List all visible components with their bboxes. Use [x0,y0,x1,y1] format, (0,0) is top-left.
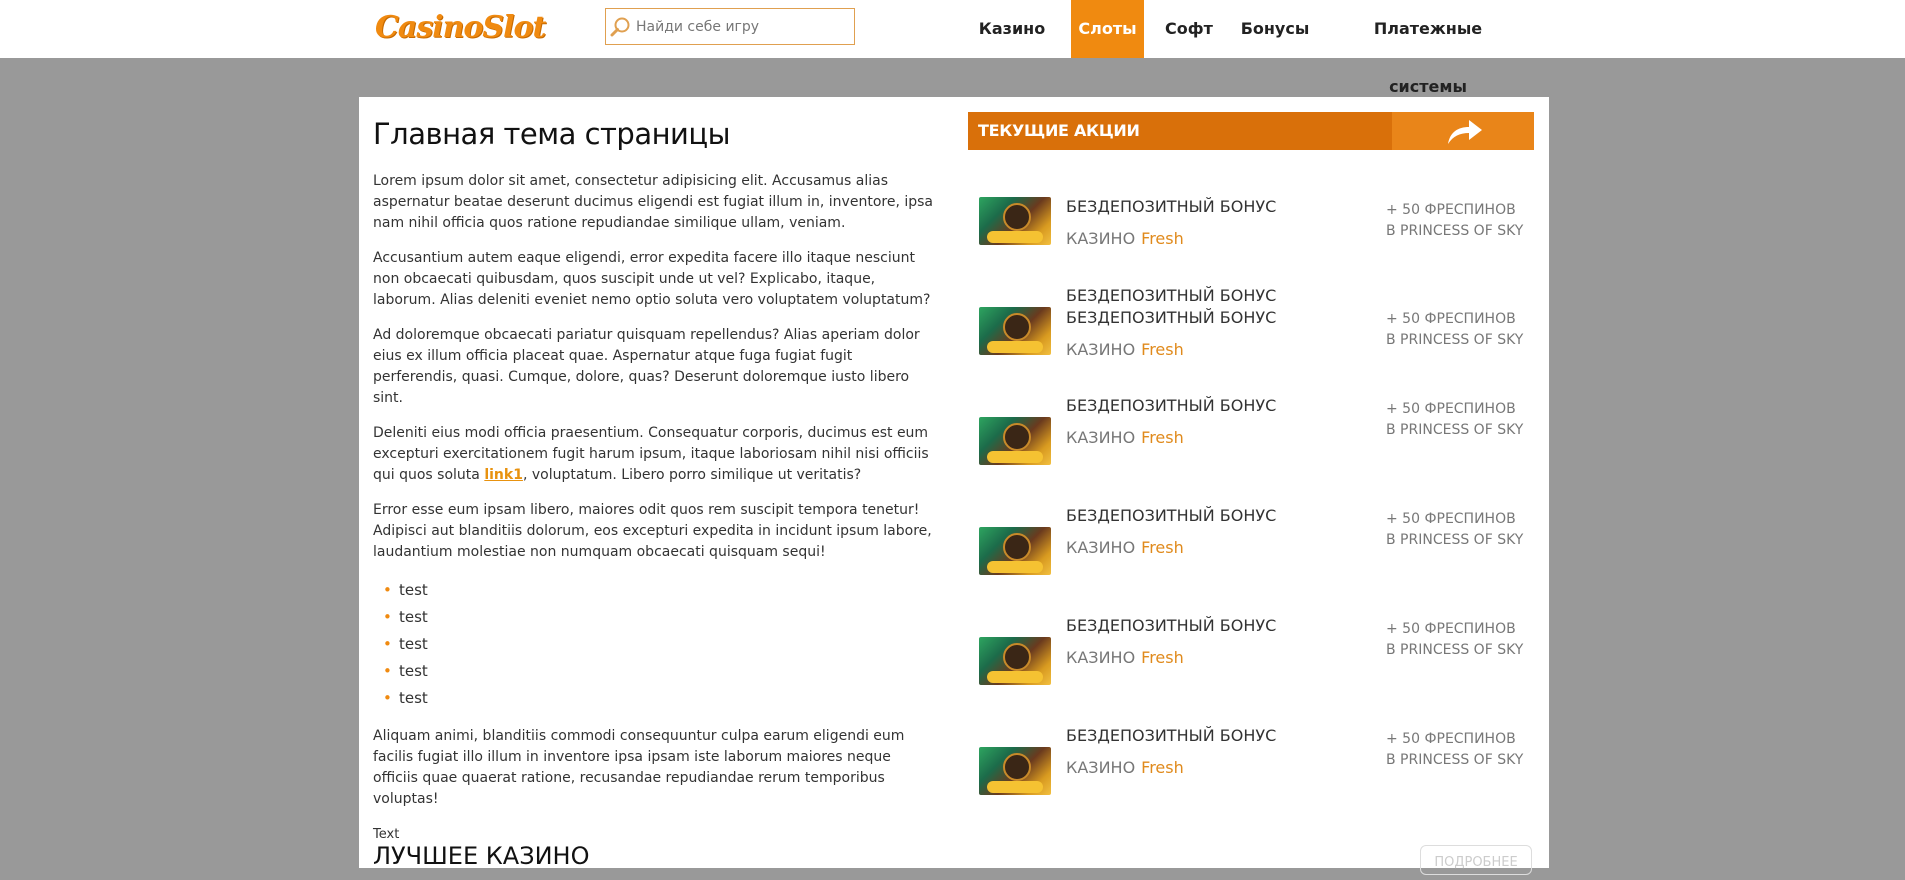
search-box[interactable] [605,8,855,45]
offer-name: БЕЗДЕПОЗИТНЫЙ БОНУС [1066,506,1277,525]
paragraph: Error esse eum ipsam libero, maiores odi… [373,502,932,560]
site-header: CasinoSlot Казино Слоты Софт Бонусы Плат… [0,0,1905,96]
page-title: Главная тема страницы [373,117,731,151]
offer-name: БЕЗДЕПОЗИТНЫЙ БОНУС [1066,197,1277,216]
offer-bonus: + 50 ФРЕСПИНОВ В PRINCESS OF SKY [1386,309,1523,351]
offer-bonus-line: + 50 ФРЕСПИНОВ [1386,401,1516,417]
offer-casino-label: КАЗИНО [1066,428,1136,447]
offer-bonus-line: В PRINCESS OF SKY [1386,332,1524,348]
offer-bonus-line: + 50 ФРЕСПИНОВ [1386,311,1516,327]
offer-bonus: + 50 ФРЕСПИНОВ В PRINCESS OF SKY [1386,509,1523,551]
offer-brand[interactable]: Fresh [1141,538,1184,557]
offer-name: БЕЗДЕПОЗИТНЫЙ БОНУС [1066,616,1277,635]
nav-slots[interactable]: Слоты [1071,0,1144,58]
main-article: Главная тема страницы Lorem ipsum dolor … [373,117,938,845]
offer-bonus: + 50 ФРЕСПИНОВ В PRINCESS OF SKY [1386,729,1523,771]
slot-thumbnail [979,307,1051,355]
offer-brand[interactable]: Fresh [1141,340,1184,359]
slot-thumbnail [979,747,1051,795]
offer-bonus-line: + 50 ФРЕСПИНОВ [1386,511,1516,527]
offer-bonus-line: + 50 ФРЕСПИНОВ [1386,731,1516,747]
offer-casino-label: КАЗИНО [1066,758,1136,777]
promo-widget: ТЕКУЩИЕ АКЦИИ БЕЗДЕПОЗИТНЫЙ БОНУС КАЗИНО… [968,112,1534,795]
offer-meta: КАЗИНО Fresh [1066,427,1184,449]
slot-thumbnail [979,527,1051,575]
list-item: test [373,604,938,631]
promo-offer[interactable]: БЕЗДЕПОЗИТНЫЙ БОНУС КАЗИНО Fresh + 50 ФРЕ… [968,389,1534,469]
link1[interactable]: link1 [484,467,523,483]
promo-offer[interactable]: БЕЗДЕПОЗИТНЫЙ БОНУС КАЗИНО Fresh + 50 ФРЕ… [968,719,1534,799]
paragraph: Deleniti eius modi officia praesentium. … [373,423,938,486]
paragraph: Accusantium autem eaque eligendi, error … [373,250,931,308]
paragraph: Aliquam animi, blanditiis commodi conseq… [373,728,905,807]
more-button[interactable]: ПОДРОБНЕЕ [1420,845,1532,875]
content-panel: Главная тема страницы Lorem ipsum dolor … [359,97,1549,875]
offer-meta: КАЗИНО Fresh [1066,537,1184,559]
offer-meta: КАЗИНО Fresh [1066,757,1184,779]
offer-brand[interactable]: Fresh [1141,229,1184,248]
offer-bonus-line: + 50 ФРЕСПИНОВ [1386,202,1516,218]
offer-brand[interactable]: Fresh [1141,648,1184,667]
promo-title: ТЕКУЩИЕ АКЦИИ [978,121,1140,140]
offer-name-line: БЕЗДЕПОЗИТНЫЙ БОНУС [1066,286,1277,305]
promo-offer[interactable]: БЕЗДЕПОЗИТНЫЙ БОНУС БЕЗДЕПОЗИТНЫЙ БОНУС К… [968,279,1534,359]
paragraph: Ad doloremque obcaecati pariatur quisqua… [373,327,920,406]
offer-casino-label: КАЗИНО [1066,229,1136,248]
offer-bonus-line: В PRINCESS OF SKY [1386,223,1524,239]
offer-brand[interactable]: Fresh [1141,758,1184,777]
offer-bonus: + 50 ФРЕСПИНОВ В PRINCESS OF SKY [1386,619,1523,661]
offer-name: БЕЗДЕПОЗИТНЫЙ БОНУС БЕЗДЕПОЗИТНЫЙ БОНУС [1066,285,1276,329]
bullet-list: test test test test test [373,577,938,712]
search-input[interactable] [634,14,848,40]
list-item: test [373,685,938,712]
offer-casino-label: КАЗИНО [1066,340,1136,359]
list-item: test [373,577,938,604]
offer-bonus: + 50 ФРЕСПИНОВ В PRINCESS OF SKY [1386,399,1523,441]
nav-casino[interactable]: Казино [977,0,1047,58]
offer-bonus: + 50 ФРЕСПИНОВ В PRINCESS OF SKY [1386,200,1523,242]
offer-casino-label: КАЗИНО [1066,538,1136,557]
share-button[interactable] [1392,112,1534,150]
promo-offer[interactable]: БЕЗДЕПОЗИТНЫЙ БОНУС КАЗИНО Fresh + 50 ФРЕ… [968,170,1534,250]
list-item: test [373,658,938,685]
best-casino-heading: ЛУЧШЕЕ КАЗИНО [373,842,590,870]
offer-bonus-line: + 50 ФРЕСПИНОВ [1386,621,1516,637]
offer-casino-label: КАЗИНО [1066,648,1136,667]
promo-offer[interactable]: БЕЗДЕПОЗИТНЫЙ БОНУС КАЗИНО Fresh + 50 ФРЕ… [968,499,1534,579]
offer-meta: КАЗИНО Fresh [1066,228,1184,250]
offer-name: БЕЗДЕПОЗИТНЫЙ БОНУС [1066,396,1277,415]
slot-thumbnail [979,417,1051,465]
offer-bonus-line: В PRINCESS OF SKY [1386,752,1524,768]
paragraph: Lorem ipsum dolor sit amet, consectetur … [373,173,933,231]
nav-payment-systems[interactable]: Платежные системы [1333,0,1523,96]
promo-header: ТЕКУЩИЕ АКЦИИ [968,112,1534,150]
nav-soft[interactable]: Софт [1158,0,1220,58]
offer-bonus-line: В PRINCESS OF SKY [1386,532,1524,548]
slot-thumbnail [979,637,1051,685]
share-arrow-icon [1448,120,1482,144]
offer-meta: КАЗИНО Fresh [1066,647,1184,669]
offer-meta: КАЗИНО Fresh [1066,339,1184,361]
site-logo[interactable]: CasinoSlot [375,10,546,45]
promo-offer[interactable]: БЕЗДЕПОЗИТНЫЙ БОНУС КАЗИНО Fresh + 50 ФРЕ… [968,609,1534,689]
list-item: test [373,631,938,658]
offer-name-line: БЕЗДЕПОЗИТНЫЙ БОНУС [1066,308,1277,327]
paragraph-text: , voluptatum. Libero porro similique ut … [522,467,862,483]
search-icon [610,17,630,37]
offer-brand[interactable]: Fresh [1141,428,1184,447]
offer-bonus-line: В PRINCESS OF SKY [1386,642,1524,658]
offer-bonus-line: В PRINCESS OF SKY [1386,422,1524,438]
slot-thumbnail [979,197,1051,245]
nav-bonuses[interactable]: Бонусы [1235,0,1315,58]
offer-name: БЕЗДЕПОЗИТНЫЙ БОНУС [1066,726,1277,745]
